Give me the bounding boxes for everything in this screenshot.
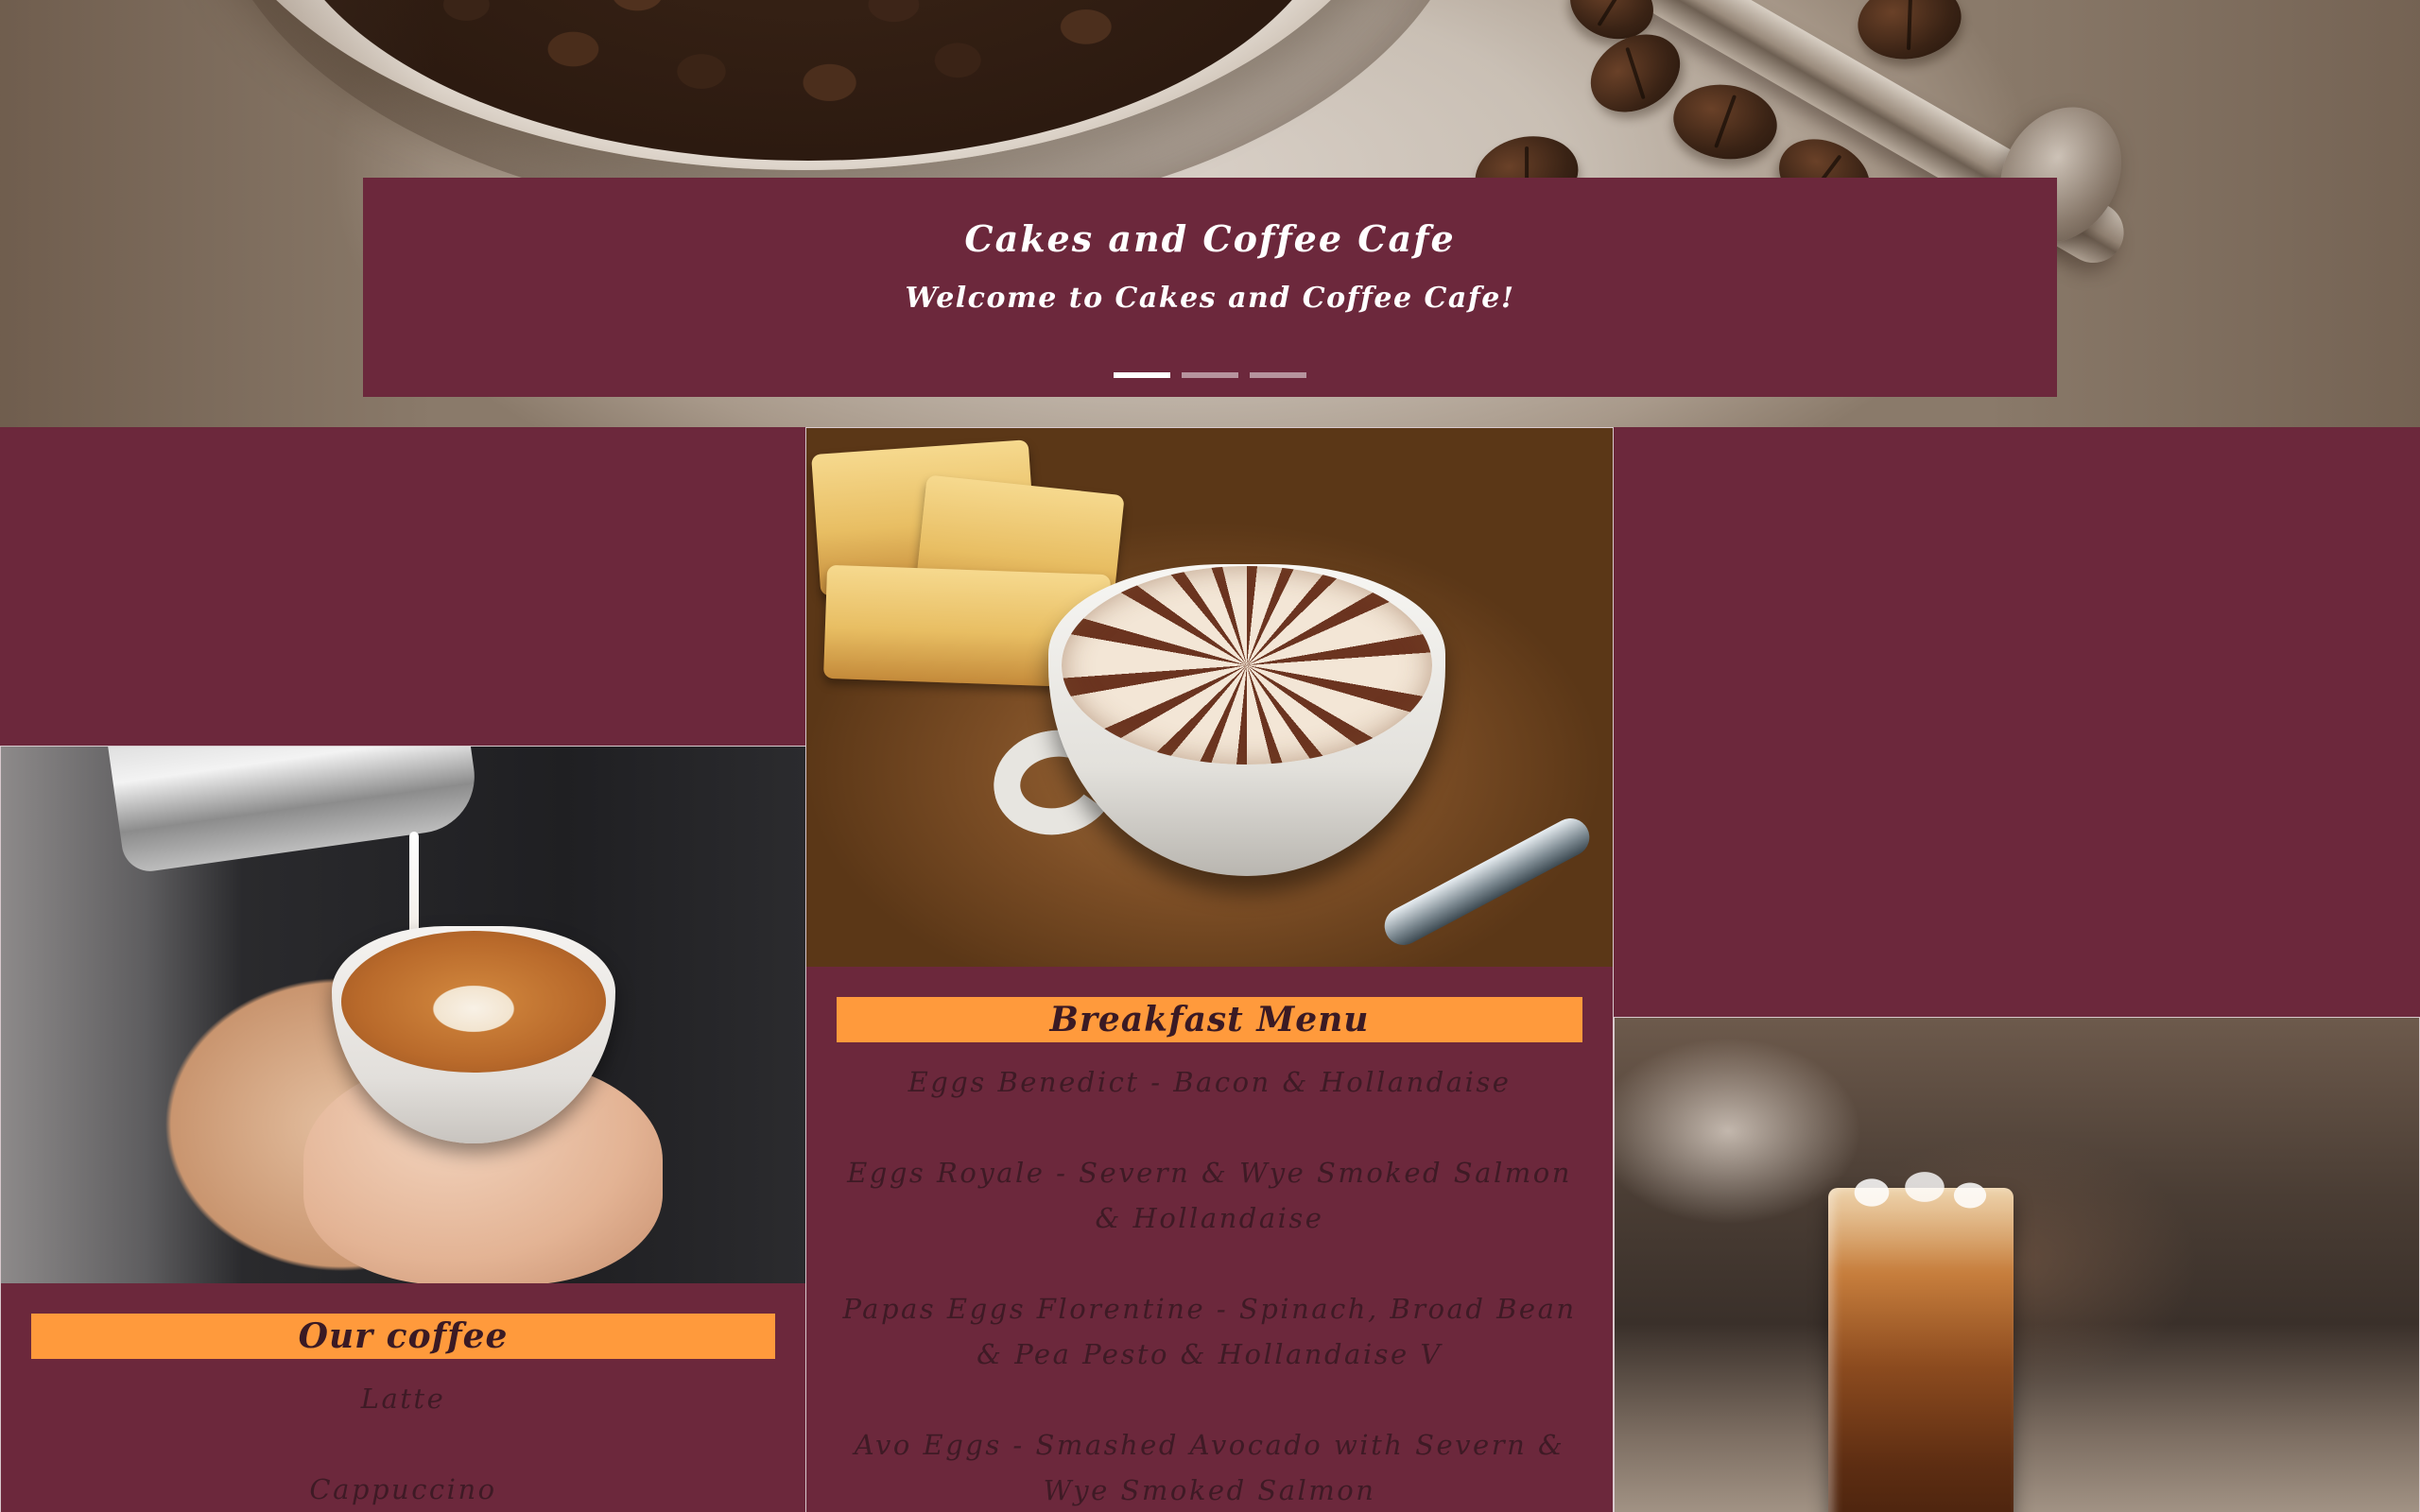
iced-coffee-image [1615,1018,2419,1512]
latte-art [341,931,606,1073]
cappuccino-image [806,428,1613,967]
menu-item: Eggs Benedict - Bacon & Hollandaise [908,1066,1512,1098]
breakfast-menu-list: Eggs Benedict - Bacon & Hollandaise Eggs… [840,1059,1579,1512]
menu-item: Eggs Royale - Severn & Wye Smoked Salmon… [847,1157,1572,1234]
carousel-indicator-3[interactable] [1250,372,1306,378]
spoon-image [1377,812,1597,952]
coffee-item: Latte [360,1383,446,1415]
our-coffee-card: Our coffee Latte Cappuccino [0,746,806,1512]
our-coffee-heading: Our coffee [31,1314,775,1359]
page: Cakes and Coffee Cafe Welcome to Cakes a… [0,0,2420,1512]
carousel-indicator-2[interactable] [1182,372,1238,378]
iced-coffee-glass [1828,1188,2014,1512]
menu-item: Papas Eggs Florentine - Spinach, Broad B… [842,1293,1577,1370]
coffee-item: Cappuccino [309,1473,497,1505]
welcome-text: Welcome to Cakes and Coffee Cafe! [905,282,1515,315]
site-title: Cakes and Coffee Cafe [964,217,1456,260]
iced-coffee-card [1614,1017,2420,1512]
carousel-indicators [363,372,2057,378]
breakfast-menu-heading: Breakfast Menu [837,997,1582,1042]
ice-cubes [1841,1164,1993,1221]
hero-caption: Cakes and Coffee Cafe Welcome to Cakes a… [363,178,2057,397]
hero-carousel: Cakes and Coffee Cafe Welcome to Cakes a… [0,0,2420,427]
latte-pour-image [1,747,805,1283]
latte-art [1062,566,1432,765]
milk-pitcher [106,747,482,875]
breakfast-menu-card: Breakfast Menu Eggs Benedict - Bacon & H… [805,427,1614,1512]
carousel-indicator-1[interactable] [1114,372,1170,378]
coffee-list: Latte Cappuccino [35,1376,771,1512]
menu-item: Avo Eggs - Smashed Avocado with Severn &… [854,1429,1565,1506]
